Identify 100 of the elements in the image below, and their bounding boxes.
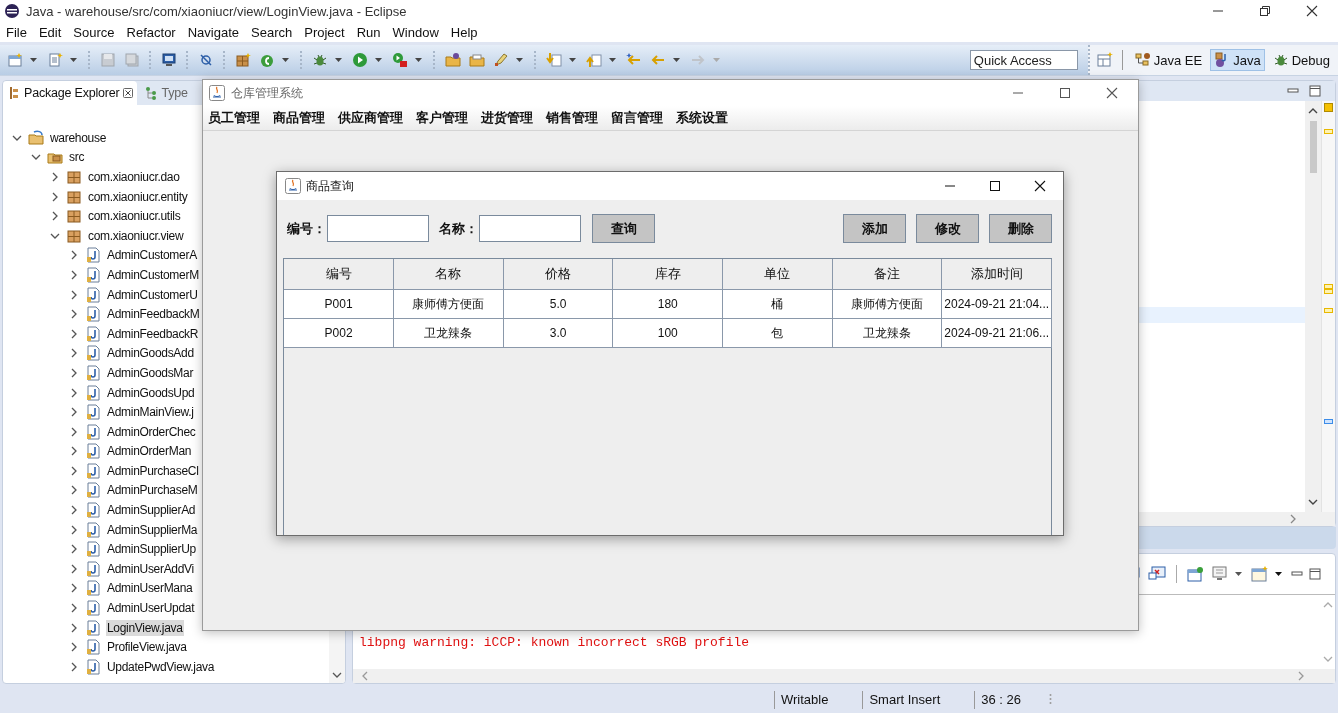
brush-icon[interactable] xyxy=(493,52,509,68)
menu-item[interactable]: 供应商管理 xyxy=(338,109,403,127)
tree-item[interactable]: LoginView.java xyxy=(106,619,184,636)
tree-item[interactable]: AdminCustomerU xyxy=(106,286,199,303)
tree-item[interactable]: UpdatePwdView.java xyxy=(106,658,216,675)
scroll-right-icon[interactable] xyxy=(1289,514,1297,524)
chevron-right-icon[interactable] xyxy=(69,407,79,418)
maximize-icon[interactable] xyxy=(1309,568,1321,580)
maximize-icon[interactable] xyxy=(1309,85,1321,97)
scrollbar-thumb[interactable] xyxy=(1309,121,1317,173)
chevron-right-icon[interactable] xyxy=(69,250,79,261)
tree-item[interactable]: AdminGoodsUpd xyxy=(106,384,196,401)
tree-item[interactable]: AdminSupplierMa xyxy=(106,521,199,538)
menu-item[interactable]: File xyxy=(6,24,27,40)
view-tab[interactable]: Type xyxy=(140,81,188,105)
tree-item[interactable]: AdminGoodsMar xyxy=(106,364,195,381)
tree-item[interactable]: ProfileView.java xyxy=(106,639,188,656)
caret-icon[interactable] xyxy=(70,58,77,62)
maximize-icon[interactable] xyxy=(989,180,1001,192)
menu-item[interactable]: Edit xyxy=(38,24,62,40)
column-header[interactable]: 备注 xyxy=(832,259,942,290)
chevron-right-icon[interactable] xyxy=(69,289,79,300)
folder-icon[interactable] xyxy=(445,52,461,68)
menu-item[interactable]: 留言管理 xyxy=(611,109,663,127)
column-header[interactable]: 名称 xyxy=(393,259,504,290)
menu-item[interactable]: Navigate xyxy=(187,24,239,40)
action-button[interactable]: 添加 xyxy=(843,214,906,243)
caret-icon[interactable] xyxy=(415,58,422,62)
column-header[interactable]: 编号 xyxy=(284,259,394,290)
column-header[interactable]: 价格 xyxy=(503,259,613,290)
chevron-right-icon[interactable] xyxy=(50,172,60,182)
tree-item[interactable]: AdminPurchaseCl xyxy=(106,462,200,479)
caret-icon[interactable] xyxy=(609,58,616,62)
chevron-right-icon[interactable] xyxy=(69,505,79,516)
chevron-right-icon[interactable] xyxy=(69,348,79,359)
menu-item[interactable]: 客户管理 xyxy=(416,109,468,127)
monitor-icon[interactable] xyxy=(161,52,177,68)
vertical-scrollbar[interactable] xyxy=(1305,101,1321,512)
chevron-right-icon[interactable] xyxy=(69,446,79,457)
column-header[interactable]: 单位 xyxy=(722,259,833,290)
column-header[interactable]: 添加时间 xyxy=(941,259,1052,290)
tree-item[interactable]: AdminOrderChec xyxy=(106,423,197,440)
scroll-up-icon[interactable] xyxy=(1308,107,1318,115)
tree-item[interactable]: AdminUserMana xyxy=(106,580,194,597)
action-button[interactable]: 删除 xyxy=(989,214,1052,243)
pin-icon[interactable] xyxy=(1187,566,1205,582)
caret-icon[interactable] xyxy=(516,58,523,62)
menu-item[interactable]: 员工管理 xyxy=(208,109,260,127)
chevron-right-icon[interactable] xyxy=(69,367,79,378)
tree-item[interactable]: com.xiaoniucr.utils xyxy=(87,208,182,225)
minimize-icon[interactable] xyxy=(1287,87,1299,95)
text-field[interactable] xyxy=(479,215,581,242)
text-field[interactable] xyxy=(327,215,429,242)
chevron-right-icon[interactable] xyxy=(69,603,79,614)
tree-item[interactable]: AdminSupplierUp xyxy=(106,541,197,558)
run-icon[interactable] xyxy=(352,52,368,68)
chevron-right-icon[interactable] xyxy=(69,465,79,476)
open-perspective-icon[interactable] xyxy=(1096,52,1113,68)
bug-icon[interactable] xyxy=(312,52,328,68)
quick-access-field[interactable]: Quick Access xyxy=(969,50,1078,70)
chevron-right-icon[interactable] xyxy=(69,544,79,555)
tree-item[interactable]: AdminCustomerA xyxy=(106,247,198,264)
chevron-right-icon[interactable] xyxy=(69,269,79,280)
tree-item[interactable]: AdminSupplierAd xyxy=(106,502,197,519)
tree-item[interactable]: com.xiaoniucr.dao xyxy=(87,169,181,185)
chevron-right-icon[interactable] xyxy=(69,661,79,672)
tree-item[interactable]: com.xiaoniucr.view xyxy=(87,227,185,244)
close-icon[interactable] xyxy=(1306,5,1318,17)
tree-item[interactable]: AdminFeedbackM xyxy=(106,306,201,323)
chevron-right-icon[interactable] xyxy=(69,387,79,398)
caret-icon[interactable] xyxy=(375,58,382,62)
menu-item[interactable]: 商品管理 xyxy=(273,109,325,127)
tree-item[interactable]: src xyxy=(68,149,86,166)
caret-icon[interactable] xyxy=(1275,572,1282,576)
caret-icon[interactable] xyxy=(282,58,289,62)
close-icon[interactable] xyxy=(1106,87,1118,99)
view-tab[interactable]: Package Explorer xyxy=(3,81,138,105)
close-icon[interactable] xyxy=(123,88,134,98)
chevron-right-icon[interactable] xyxy=(50,211,60,222)
chevron-right-icon[interactable] xyxy=(69,309,79,320)
maximize-icon[interactable] xyxy=(1059,87,1071,99)
minimize-icon[interactable] xyxy=(1291,570,1303,578)
chevron-right-icon[interactable] xyxy=(69,583,79,594)
class-icon[interactable] xyxy=(259,52,275,68)
tree-item[interactable]: AdminUserUpdat xyxy=(106,600,196,617)
chevron-right-icon[interactable] xyxy=(69,642,79,653)
package-icon[interactable] xyxy=(235,52,251,68)
tree-item[interactable]: com.xiaoniucr.entity xyxy=(87,188,189,205)
display-icon[interactable] xyxy=(1211,566,1229,582)
menu-item[interactable]: Run xyxy=(356,24,381,40)
menu-item[interactable]: 系统设置 xyxy=(676,109,728,127)
perspective-button[interactable]: Java xyxy=(1210,49,1265,71)
tree-item[interactable]: AdminPurchaseM xyxy=(106,482,199,499)
tree-item[interactable]: AdminFeedbackR xyxy=(106,325,200,342)
menu-item[interactable]: Help xyxy=(450,24,478,40)
tree-item[interactable]: warehouse xyxy=(49,129,107,146)
tree-item[interactable]: AdminUserAddVi xyxy=(106,560,195,577)
chevron-right-icon[interactable] xyxy=(69,563,79,574)
run-stop-icon[interactable] xyxy=(392,52,408,68)
close-icon[interactable] xyxy=(1034,180,1046,192)
